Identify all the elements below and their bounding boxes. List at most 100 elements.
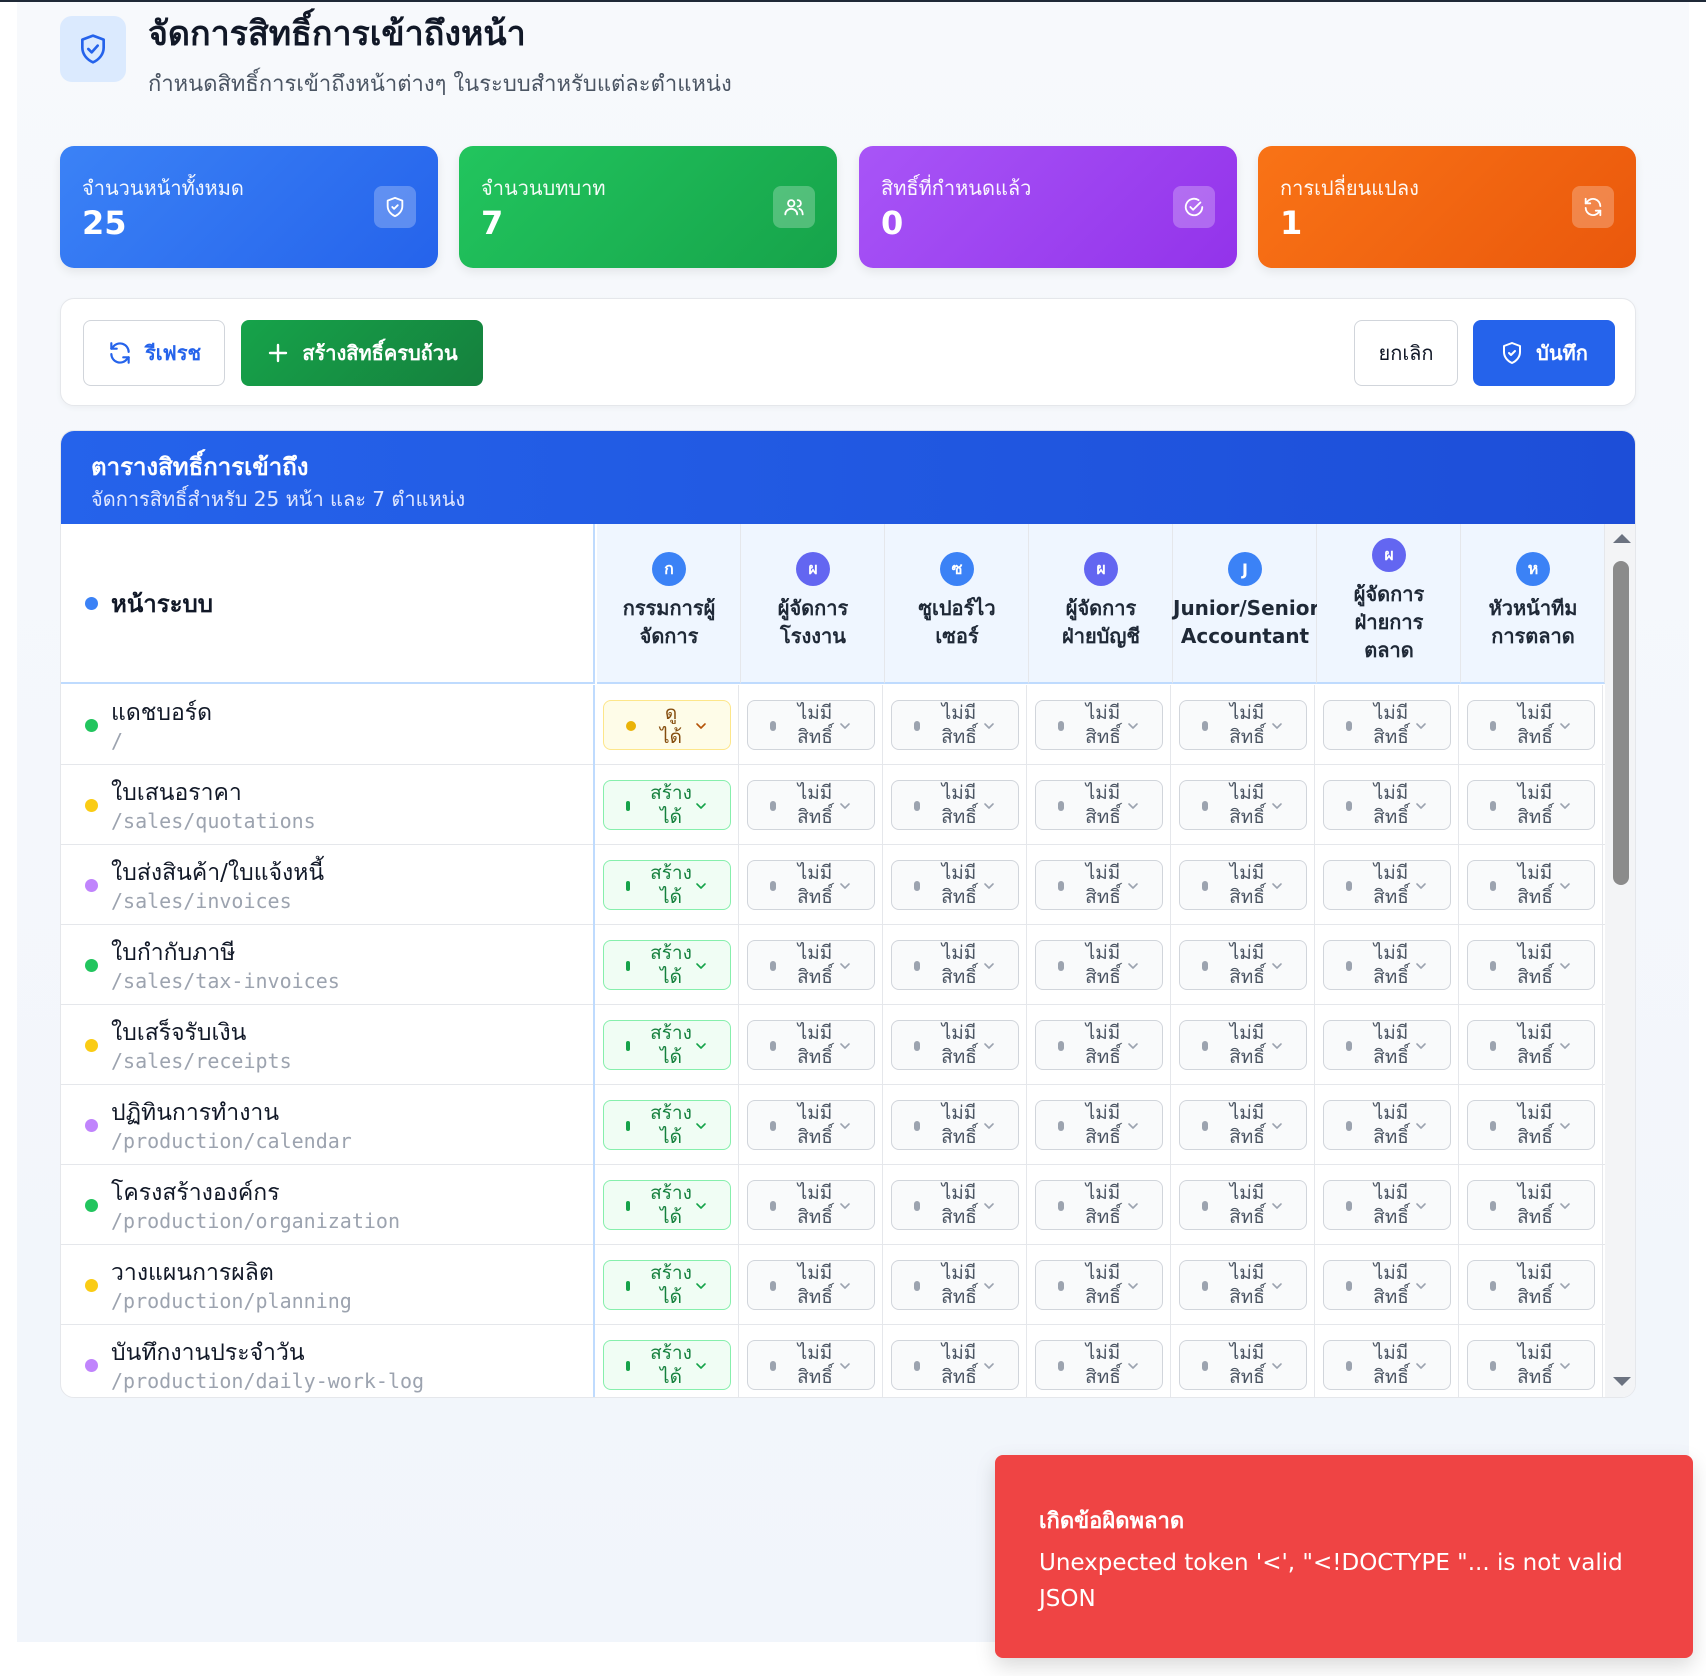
- permission-select[interactable]: สร้าง ได้: [603, 1340, 731, 1390]
- permission-value-line: สิทธิ์: [1517, 1206, 1553, 1228]
- permission-select[interactable]: ไม่มี สิทธิ์: [891, 1260, 1019, 1310]
- permission-select[interactable]: ไม่มี สิทธิ์: [1035, 1340, 1163, 1390]
- permission-select[interactable]: ไม่มี สิทธิ์: [891, 860, 1019, 910]
- permission-select[interactable]: ไม่มี สิทธิ์: [1323, 1100, 1451, 1150]
- scroll-up-arrow[interactable]: [1613, 534, 1631, 543]
- level-indicator: [770, 1361, 776, 1371]
- permission-select[interactable]: ไม่มี สิทธิ์: [747, 1180, 875, 1230]
- permission-value: ไม่มี สิทธิ์: [1360, 941, 1422, 989]
- permission-select[interactable]: ไม่มี สิทธิ์: [1467, 1020, 1595, 1070]
- create-full-permissions-button[interactable]: สร้างสิทธิ์ครบถ้วน: [241, 320, 483, 386]
- permission-select[interactable]: ไม่มี สิทธิ์: [1035, 780, 1163, 830]
- permission-cell: ไม่มี สิทธิ์: [1027, 1005, 1171, 1085]
- permission-select[interactable]: ไม่มี สิทธิ์: [747, 700, 875, 750]
- permission-select[interactable]: ดู ได้: [603, 700, 731, 750]
- permission-select[interactable]: ไม่มี สิทธิ์: [891, 780, 1019, 830]
- permission-select[interactable]: ไม่มี สิทธิ์: [1323, 1020, 1451, 1070]
- permission-select[interactable]: ไม่มี สิทธิ์: [1323, 1340, 1451, 1390]
- permission-select[interactable]: ไม่มี สิทธิ์: [891, 1180, 1019, 1230]
- permission-select[interactable]: ไม่มี สิทธิ์: [1179, 1340, 1307, 1390]
- permission-select[interactable]: ไม่มี สิทธิ์: [1323, 700, 1451, 750]
- permission-select[interactable]: ไม่มี สิทธิ์: [891, 1340, 1019, 1390]
- permission-value: ไม่มี สิทธิ์: [1072, 1261, 1134, 1309]
- level-indicator: [626, 1041, 630, 1051]
- level-indicator: [1202, 1041, 1208, 1051]
- permission-select[interactable]: สร้าง ได้: [603, 860, 731, 910]
- permission-value-line: สิทธิ์: [1085, 1286, 1121, 1308]
- level-indicator: [1202, 1201, 1208, 1211]
- permission-select[interactable]: ไม่มี สิทธิ์: [1035, 940, 1163, 990]
- permission-select[interactable]: สร้าง ได้: [603, 1180, 731, 1230]
- permission-select[interactable]: ไม่มี สิทธิ์: [1467, 1180, 1595, 1230]
- permission-select[interactable]: ไม่มี สิทธิ์: [747, 1100, 875, 1150]
- permission-select[interactable]: ไม่มี สิทธิ์: [1467, 1340, 1595, 1390]
- permission-value-line: สร้าง: [650, 1342, 692, 1364]
- permission-select[interactable]: ไม่มี สิทธิ์: [1179, 1180, 1307, 1230]
- permission-select[interactable]: ไม่มี สิทธิ์: [1467, 1100, 1595, 1150]
- permission-select[interactable]: ไม่มี สิทธิ์: [747, 860, 875, 910]
- permission-select[interactable]: ไม่มี สิทธิ์: [1035, 1020, 1163, 1070]
- permission-value-line: สิทธิ์: [1229, 966, 1265, 988]
- permission-select[interactable]: ไม่มี สิทธิ์: [1467, 1260, 1595, 1310]
- permission-value-line: สิทธิ์: [1517, 1366, 1553, 1388]
- permission-select[interactable]: ไม่มี สิทธิ์: [1179, 700, 1307, 750]
- plus-icon: [269, 343, 288, 363]
- table-row: ใบกำกับภาษี /sales/tax-invoices สร้าง ได้ ไม…: [61, 925, 1605, 1005]
- permission-select[interactable]: ไม่มี สิทธิ์: [891, 1020, 1019, 1070]
- permission-select[interactable]: ไม่มี สิทธิ์: [1035, 1260, 1163, 1310]
- permission-select[interactable]: ไม่มี สิทธิ์: [1179, 1020, 1307, 1070]
- permission-select[interactable]: สร้าง ได้: [603, 780, 731, 830]
- save-button[interactable]: บันทึก: [1473, 320, 1615, 386]
- permission-select[interactable]: ไม่มี สิทธิ์: [1323, 1260, 1451, 1310]
- permission-select[interactable]: ไม่มี สิทธิ์: [1035, 1180, 1163, 1230]
- permission-select[interactable]: ไม่มี สิทธิ์: [1035, 860, 1163, 910]
- permission-select[interactable]: สร้าง ได้: [603, 1260, 731, 1310]
- permission-select[interactable]: ไม่มี สิทธิ์: [1323, 940, 1451, 990]
- permission-select[interactable]: ไม่มี สิทธิ์: [1467, 780, 1595, 830]
- page-name: ใบส่งสินค้า/ใบแจ้งหนี้: [111, 860, 325, 886]
- permission-select[interactable]: ไม่มี สิทธิ์: [1179, 1100, 1307, 1150]
- chevron-down-icon: [1416, 883, 1426, 889]
- permission-select[interactable]: ไม่มี สิทธิ์: [747, 1020, 875, 1070]
- permission-value-line: ไม่มี: [1517, 942, 1553, 964]
- level-indicator: [1490, 961, 1496, 971]
- permission-select[interactable]: ไม่มี สิทธิ์: [1035, 700, 1163, 750]
- permission-select[interactable]: ไม่มี สิทธิ์: [747, 780, 875, 830]
- level-indicator: [1058, 1121, 1064, 1131]
- permission-select[interactable]: ไม่มี สิทธิ์: [747, 1260, 875, 1310]
- permission-select[interactable]: ไม่มี สิทธิ์: [1035, 1100, 1163, 1150]
- permission-select[interactable]: ไม่มี สิทธิ์: [1323, 780, 1451, 830]
- permission-value-line: สิทธิ์: [1085, 1046, 1121, 1068]
- permission-select[interactable]: ไม่มี สิทธิ์: [1467, 860, 1595, 910]
- permission-select[interactable]: ไม่มี สิทธิ์: [747, 940, 875, 990]
- page-dot: [85, 1039, 98, 1052]
- scroll-down-arrow[interactable]: [1613, 1377, 1631, 1386]
- permission-select[interactable]: สร้าง ได้: [603, 1100, 731, 1150]
- permission-select[interactable]: ไม่มี สิทธิ์: [747, 1340, 875, 1390]
- permission-select[interactable]: ไม่มี สิทธิ์: [1179, 780, 1307, 830]
- permission-select[interactable]: ไม่มี สิทธิ์: [891, 700, 1019, 750]
- permission-select[interactable]: ไม่มี สิทธิ์: [1323, 860, 1451, 910]
- cancel-button[interactable]: ยกเลิก: [1354, 320, 1458, 386]
- permission-select[interactable]: ไม่มี สิทธิ์: [1179, 940, 1307, 990]
- permission-value: สร้าง ได้: [640, 861, 702, 909]
- permission-select[interactable]: สร้าง ได้: [603, 940, 731, 990]
- permission-select[interactable]: ไม่มี สิทธิ์: [1323, 1180, 1451, 1230]
- refresh-button[interactable]: รีเฟรช: [83, 320, 225, 386]
- permission-select[interactable]: สร้าง ได้: [603, 1020, 731, 1070]
- permission-select[interactable]: ไม่มี สิทธิ์: [1467, 700, 1595, 750]
- permission-value-line: สิทธิ์: [1373, 1126, 1409, 1148]
- permission-select[interactable]: ไม่มี สิทธิ์: [891, 940, 1019, 990]
- permission-value-line: สิทธิ์: [1517, 966, 1553, 988]
- permission-value-line: สิทธิ์: [1085, 806, 1121, 828]
- permission-value: ไม่มี สิทธิ์: [1216, 781, 1278, 829]
- permission-select[interactable]: ไม่มี สิทธิ์: [1467, 940, 1595, 990]
- permission-select[interactable]: ไม่มี สิทธิ์: [1179, 860, 1307, 910]
- permission-select[interactable]: ไม่มี สิทธิ์: [1179, 1260, 1307, 1310]
- refresh-icon: [110, 342, 130, 364]
- role-name: ซูเปอร์ไว: [918, 596, 996, 620]
- permission-cell: ไม่มี สิทธิ์: [883, 1165, 1027, 1245]
- scrollbar-thumb[interactable]: [1613, 561, 1629, 885]
- permission-value: ไม่มี สิทธิ์: [784, 1261, 846, 1309]
- permission-select[interactable]: ไม่มี สิทธิ์: [891, 1100, 1019, 1150]
